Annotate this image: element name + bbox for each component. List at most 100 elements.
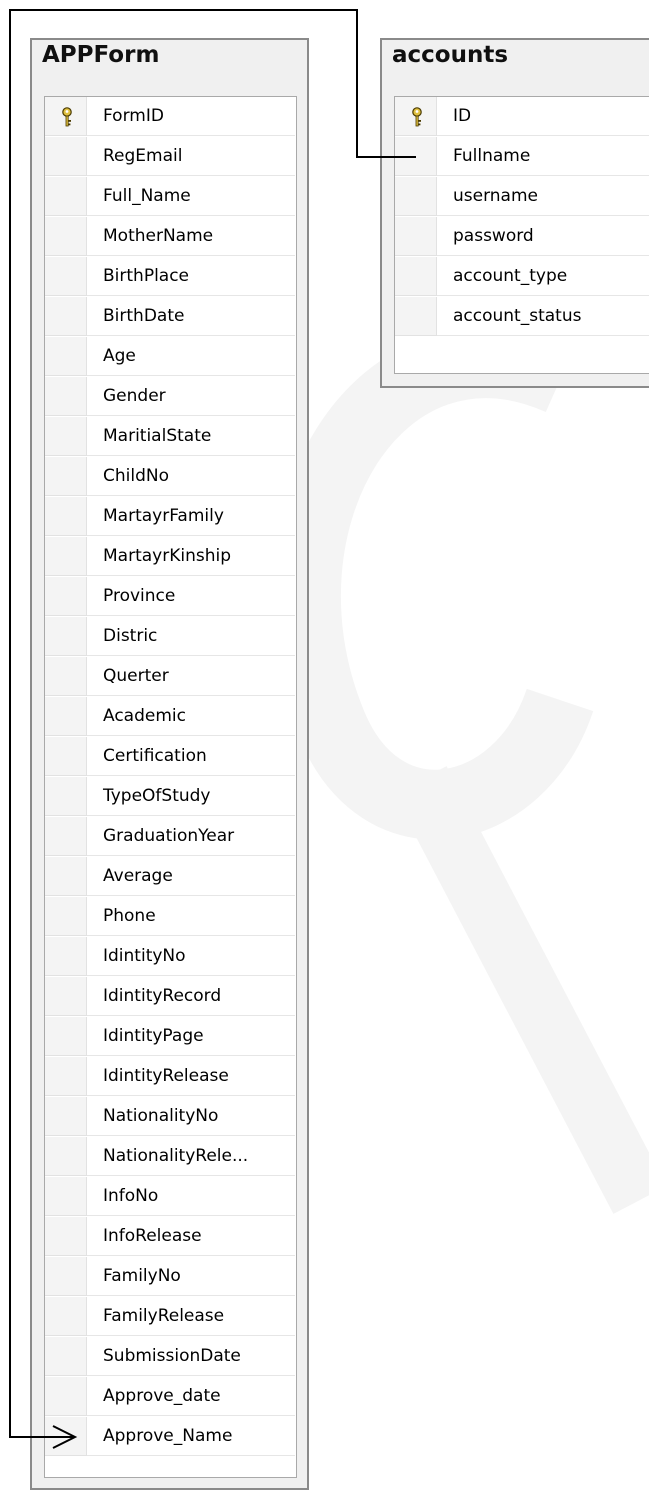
column-name: Fullname xyxy=(453,146,531,166)
row-selector[interactable] xyxy=(45,1377,87,1416)
column-name: BirthPlace xyxy=(103,266,190,286)
column-name: ChildNo xyxy=(103,466,169,486)
column-row[interactable]: account_status xyxy=(395,297,649,337)
column-name: Approve_date xyxy=(103,1386,221,1406)
column-name: BirthDate xyxy=(103,306,185,326)
table-accounts[interactable]: accounts ID Fullname username password accou… xyxy=(380,38,649,388)
row-selector[interactable] xyxy=(45,657,87,696)
column-row[interactable]: MartayrKinship xyxy=(45,537,296,577)
column-row[interactable]: InfoRelease xyxy=(45,1217,296,1257)
column-name: FormID xyxy=(103,106,164,126)
column-name: Phone xyxy=(103,906,156,926)
column-row[interactable]: password xyxy=(395,217,649,257)
row-selector[interactable] xyxy=(45,537,87,576)
column-name: Age xyxy=(103,346,136,366)
column-row[interactable]: FamilyRelease xyxy=(45,1297,296,1337)
row-selector[interactable] xyxy=(45,1017,87,1056)
row-selector[interactable] xyxy=(45,97,87,136)
key-icon xyxy=(412,107,422,127)
column-row[interactable]: Province xyxy=(45,577,296,617)
row-selector[interactable] xyxy=(45,737,87,776)
column-row[interactable]: BirthPlace xyxy=(45,257,296,297)
column-row[interactable]: Fullname xyxy=(395,137,649,177)
column-row[interactable]: NationalityRele... xyxy=(45,1137,296,1177)
row-selector[interactable] xyxy=(45,457,87,496)
column-row[interactable]: ChildNo xyxy=(45,457,296,497)
row-selector[interactable] xyxy=(45,177,87,216)
column-name: ID xyxy=(453,106,472,126)
row-selector[interactable] xyxy=(45,1257,87,1296)
column-row[interactable]: Phone xyxy=(45,897,296,937)
column-row[interactable]: InfoNo xyxy=(45,1177,296,1217)
column-row[interactable]: Age xyxy=(45,337,296,377)
column-row[interactable]: IdintityRecord xyxy=(45,977,296,1017)
row-selector[interactable] xyxy=(45,497,87,536)
column-name: account_type xyxy=(453,266,568,286)
column-row[interactable]: RegEmail xyxy=(45,137,296,177)
row-selector[interactable] xyxy=(395,137,437,176)
column-row[interactable]: username xyxy=(395,177,649,217)
row-selector[interactable] xyxy=(45,1337,87,1376)
row-selector[interactable] xyxy=(395,217,437,256)
column-row[interactable]: IdintityRelease xyxy=(45,1057,296,1097)
row-selector[interactable] xyxy=(45,817,87,856)
column-name: Gender xyxy=(103,386,166,406)
row-selector[interactable] xyxy=(45,1177,87,1216)
column-row[interactable]: Approve_Name xyxy=(45,1417,296,1457)
column-row[interactable]: BirthDate xyxy=(45,297,296,337)
row-selector[interactable] xyxy=(45,977,87,1016)
column-row[interactable]: Distric xyxy=(45,617,296,657)
column-row[interactable]: Full_Name xyxy=(45,177,296,217)
row-selector[interactable] xyxy=(45,897,87,936)
row-selector[interactable] xyxy=(45,577,87,616)
row-selector[interactable] xyxy=(45,377,87,416)
row-selector[interactable] xyxy=(45,1297,87,1336)
column-row[interactable]: Academic xyxy=(45,697,296,737)
column-row[interactable]: account_type xyxy=(395,257,649,297)
column-row[interactable]: NationalityNo xyxy=(45,1097,296,1137)
column-grid: FormID RegEmail Full_Name MotherName BirthPl… xyxy=(44,96,297,1478)
column-row[interactable]: IdintityNo xyxy=(45,937,296,977)
row-selector[interactable] xyxy=(45,1417,87,1456)
column-row[interactable]: ID xyxy=(395,97,649,137)
table-appform[interactable]: APPForm FormID RegEmail Full_Name MotherNam… xyxy=(30,38,309,1490)
column-row[interactable]: Average xyxy=(45,857,296,897)
row-selector[interactable] xyxy=(395,97,437,136)
row-selector[interactable] xyxy=(45,777,87,816)
column-row[interactable]: GraduationYear xyxy=(45,817,296,857)
column-row[interactable]: FormID xyxy=(45,97,296,137)
row-selector[interactable] xyxy=(395,297,437,336)
row-selector[interactable] xyxy=(45,1057,87,1096)
column-row[interactable]: Gender xyxy=(45,377,296,417)
column-name: account_status xyxy=(453,306,582,326)
row-selector[interactable] xyxy=(45,137,87,176)
column-name: SubmissionDate xyxy=(103,1346,241,1366)
row-selector[interactable] xyxy=(45,617,87,656)
row-selector[interactable] xyxy=(45,1097,87,1136)
diagram-canvas: APPForm FormID RegEmail Full_Name MotherNam… xyxy=(0,0,649,1496)
row-selector[interactable] xyxy=(45,857,87,896)
column-row[interactable]: Approve_date xyxy=(45,1377,296,1417)
column-row[interactable]: FamilyNo xyxy=(45,1257,296,1297)
column-row[interactable]: MartayrFamily xyxy=(45,497,296,537)
row-selector[interactable] xyxy=(45,217,87,256)
row-selector[interactable] xyxy=(45,1217,87,1256)
column-row[interactable]: MaritialState xyxy=(45,417,296,457)
column-row[interactable]: IdintityPage xyxy=(45,1017,296,1057)
column-name: InfoRelease xyxy=(103,1226,202,1246)
column-row[interactable]: Certification xyxy=(45,737,296,777)
column-row[interactable]: TypeOfStudy xyxy=(45,777,296,817)
row-selector[interactable] xyxy=(45,697,87,736)
column-row[interactable]: Querter xyxy=(45,657,296,697)
row-selector[interactable] xyxy=(395,177,437,216)
row-selector[interactable] xyxy=(45,417,87,456)
row-selector[interactable] xyxy=(45,1137,87,1176)
column-row[interactable]: MotherName xyxy=(45,217,296,257)
row-selector[interactable] xyxy=(45,937,87,976)
column-row[interactable]: SubmissionDate xyxy=(45,1337,296,1377)
row-selector[interactable] xyxy=(45,337,87,376)
row-selector[interactable] xyxy=(45,297,87,336)
column-name: FamilyNo xyxy=(103,1266,181,1286)
row-selector[interactable] xyxy=(45,257,87,296)
row-selector[interactable] xyxy=(395,257,437,296)
